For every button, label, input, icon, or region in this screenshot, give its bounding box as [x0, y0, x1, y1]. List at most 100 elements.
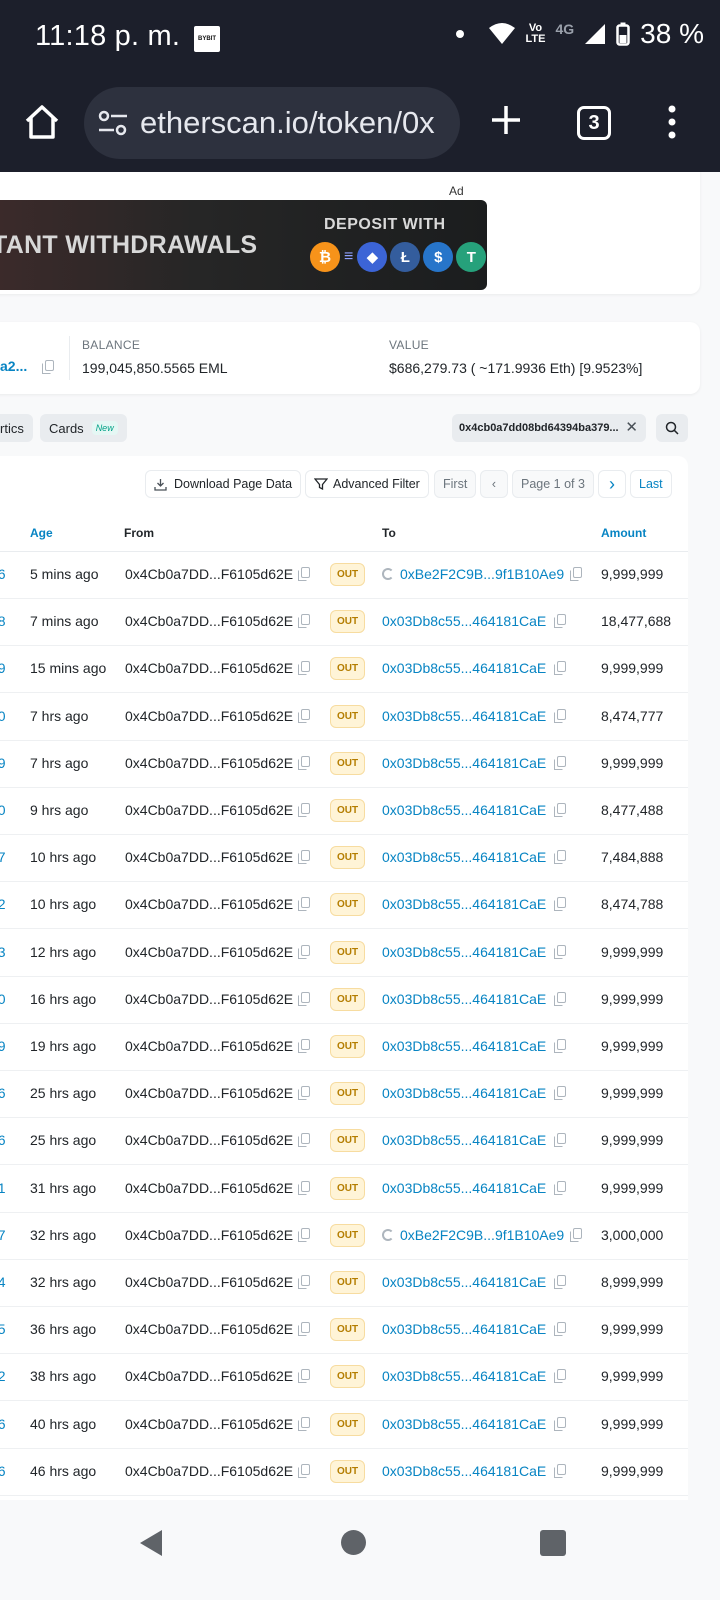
tx-hash-link[interactable]: 16 — [0, 1132, 6, 1148]
tx-hash-link[interactable]: 69 — [0, 1038, 6, 1054]
column-age[interactable]: Age — [30, 526, 53, 540]
tx-hash-link[interactable]: 47 — [0, 1227, 6, 1243]
copy-icon[interactable] — [298, 803, 310, 820]
tx-hash-link[interactable]: 86 — [0, 1463, 6, 1479]
clear-filter-icon[interactable]: ✕ — [625, 418, 638, 436]
new-tab-icon[interactable] — [488, 100, 524, 140]
home-icon[interactable] — [22, 102, 62, 142]
tab-cards[interactable]: Cards New — [40, 414, 127, 442]
tx-hash-link[interactable]: 08 — [0, 613, 6, 629]
prev-page-button[interactable]: ‹ — [480, 470, 508, 498]
tx-hash-link[interactable]: 16 — [0, 566, 6, 582]
last-page-button[interactable]: Last — [630, 470, 672, 498]
tx-hash-link[interactable]: 13 — [0, 944, 6, 960]
advanced-filter-button[interactable]: Advanced Filter — [305, 470, 429, 498]
back-icon[interactable] — [138, 1528, 164, 1558]
next-page-button[interactable]: › — [598, 470, 626, 498]
copy-icon[interactable] — [298, 708, 310, 726]
ad-banner[interactable]: TANT WITHDRAWALS DEPOSIT WITH ₿ ≡ ◆ Ł $ T — [0, 200, 487, 290]
to-address-link[interactable]: 0x03Db8c55...464181CaE — [382, 849, 546, 865]
tx-hash-link[interactable]: 92 — [0, 1368, 6, 1384]
to-address-link[interactable]: 0x03Db8c55...464181CaE — [382, 1180, 546, 1196]
copy-icon[interactable] — [298, 1463, 310, 1481]
tx-hash-link[interactable]: 09 — [0, 755, 6, 771]
tx-hash-link[interactable]: 35 — [0, 1321, 6, 1337]
to-address-link[interactable]: 0xBe2F2C9B...9f1B10Ae9 — [382, 566, 564, 582]
to-address-link[interactable]: 0x03Db8c55...464181CaE — [382, 1368, 546, 1384]
recent-apps-icon[interactable] — [540, 1530, 566, 1556]
to-address-link[interactable]: 0x03Db8c55...464181CaE — [382, 944, 546, 960]
copy-icon[interactable] — [554, 1133, 566, 1150]
tab-analytics[interactable]: rtics — [0, 414, 33, 442]
overflow-menu-icon[interactable] — [664, 102, 680, 142]
copy-icon[interactable] — [554, 1322, 566, 1339]
copy-icon[interactable] — [554, 1463, 566, 1481]
copy-icon[interactable] — [554, 1416, 566, 1434]
first-page-button[interactable]: First — [434, 470, 477, 498]
copy-icon[interactable] — [298, 1322, 310, 1339]
copy-icon[interactable] — [554, 1039, 566, 1056]
copy-icon[interactable] — [554, 944, 566, 962]
download-page-data-button[interactable]: Download Page Data — [145, 470, 302, 498]
copy-icon[interactable] — [298, 567, 310, 584]
copy-icon[interactable] — [298, 1039, 310, 1056]
tx-hash-link[interactable]: 10 — [0, 708, 6, 724]
to-address-link[interactable]: 0x03Db8c55...464181CaE — [382, 1038, 546, 1054]
copy-icon[interactable] — [554, 1180, 566, 1198]
copy-icon[interactable] — [554, 614, 566, 631]
home-button-icon[interactable] — [341, 1530, 366, 1555]
copy-icon[interactable] — [298, 1133, 310, 1150]
to-address-link[interactable]: 0x03Db8c55...464181CaE — [382, 613, 546, 629]
copy-icon[interactable] — [554, 1086, 566, 1103]
to-address-link[interactable]: 0x03Db8c55...464181CaE — [382, 896, 546, 912]
copy-icon[interactable] — [298, 897, 310, 914]
copy-icon[interactable] — [554, 850, 566, 867]
address-bar[interactable]: etherscan.io/token/0x — [84, 87, 460, 159]
tx-hash-link[interactable]: 41 — [0, 1180, 6, 1196]
copy-icon[interactable] — [554, 708, 566, 726]
copy-icon[interactable] — [298, 850, 310, 867]
to-address-link[interactable]: 0x03Db8c55...464181CaE — [382, 991, 546, 1007]
copy-icon[interactable] — [554, 755, 566, 773]
to-address-link[interactable]: 0x03Db8c55...464181CaE — [382, 755, 546, 771]
to-address-link[interactable]: 0x03Db8c55...464181CaE — [382, 1085, 546, 1101]
copy-icon[interactable] — [298, 944, 310, 962]
to-address-link[interactable]: 0x03Db8c55...464181CaE — [382, 1416, 546, 1432]
copy-icon[interactable] — [298, 1369, 310, 1386]
to-address-link[interactable]: 0x03Db8c55...464181CaE — [382, 802, 546, 818]
copy-icon[interactable] — [298, 755, 310, 773]
copy-icon[interactable] — [42, 360, 54, 374]
column-amount[interactable]: Amount — [601, 526, 646, 540]
copy-icon[interactable] — [298, 1416, 310, 1434]
tx-hash-link[interactable]: 04 — [0, 1274, 6, 1290]
copy-icon[interactable] — [554, 1275, 566, 1292]
to-address-link[interactable]: 0x03Db8c55...464181CaE — [382, 660, 546, 676]
site-settings-icon[interactable] — [98, 109, 128, 137]
copy-icon[interactable] — [298, 1180, 310, 1198]
copy-icon[interactable] — [554, 1369, 566, 1386]
to-address-link[interactable]: 0xBe2F2C9B...9f1B10Ae9 — [382, 1227, 564, 1243]
to-address-link[interactable]: 0x03Db8c55...464181CaE — [382, 708, 546, 724]
tx-hash-link[interactable]: 69 — [0, 660, 6, 676]
copy-icon[interactable] — [298, 661, 310, 678]
copy-icon[interactable] — [570, 567, 582, 584]
copy-icon[interactable] — [570, 1227, 582, 1245]
copy-icon[interactable] — [298, 614, 310, 631]
to-address-link[interactable]: 0x03Db8c55...464181CaE — [382, 1463, 546, 1479]
holder-address-link[interactable]: a2... — [0, 358, 27, 374]
url-text[interactable]: etherscan.io/token/0x — [140, 105, 450, 141]
tx-hash-link[interactable]: 86 — [0, 1416, 6, 1432]
tx-hash-link[interactable]: 66 — [0, 1085, 6, 1101]
to-address-link[interactable]: 0x03Db8c55...464181CaE — [382, 1321, 546, 1337]
search-button[interactable] — [656, 414, 688, 442]
tx-hash-link[interactable]: 27 — [0, 849, 6, 865]
copy-icon[interactable] — [298, 991, 310, 1009]
copy-icon[interactable] — [554, 897, 566, 914]
copy-icon[interactable] — [298, 1086, 310, 1103]
copy-icon[interactable] — [298, 1227, 310, 1245]
tx-hash-link[interactable]: 30 — [0, 991, 6, 1007]
copy-icon[interactable] — [554, 661, 566, 678]
to-address-link[interactable]: 0x03Db8c55...464181CaE — [382, 1132, 546, 1148]
tx-hash-link[interactable]: 22 — [0, 896, 6, 912]
copy-icon[interactable] — [554, 991, 566, 1009]
